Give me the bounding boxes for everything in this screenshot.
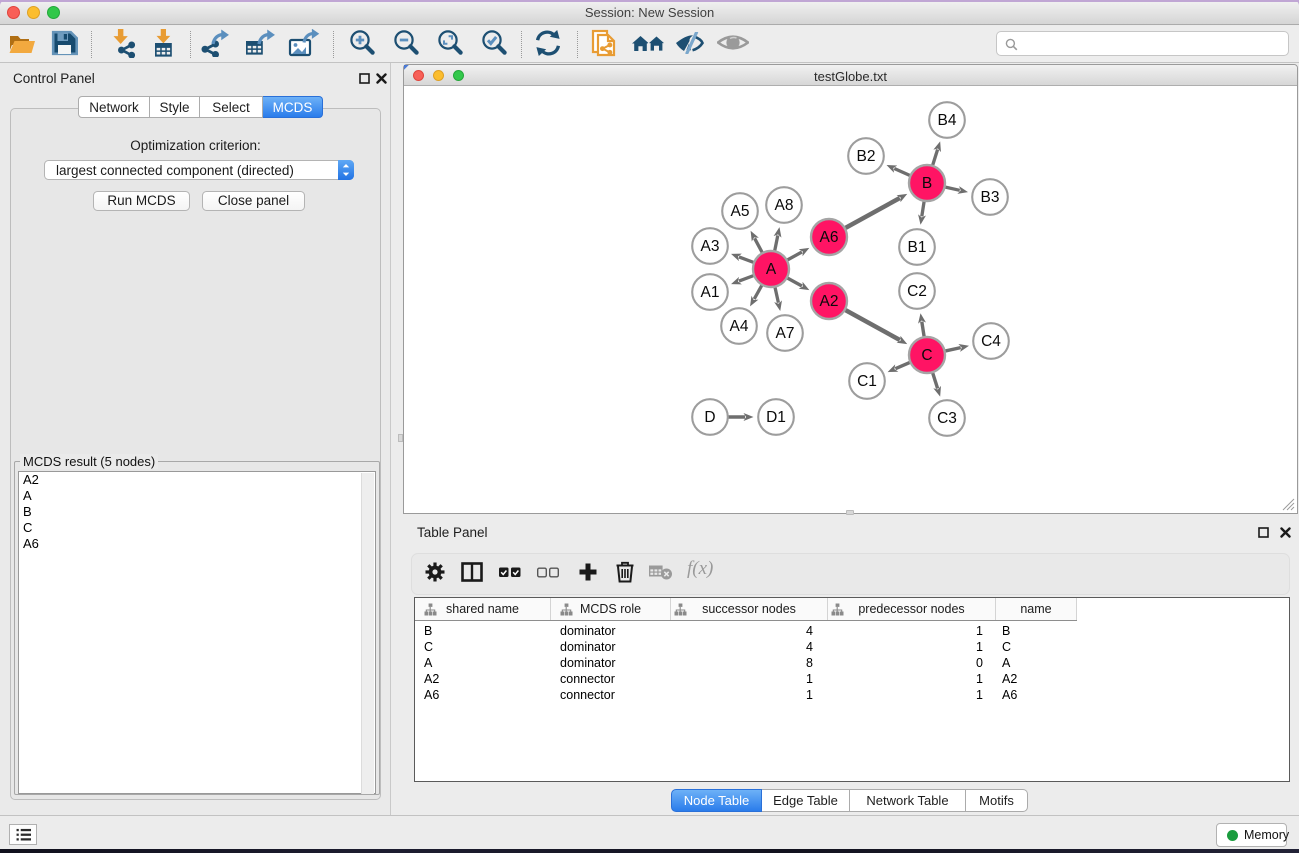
svg-text:C1: C1 <box>857 373 877 390</box>
svg-text:C: C <box>921 347 932 364</box>
svg-text:B4: B4 <box>938 112 957 129</box>
svg-text:A6: A6 <box>820 229 839 246</box>
svg-text:D1: D1 <box>766 409 786 426</box>
svg-text:D: D <box>704 409 715 426</box>
svg-text:A1: A1 <box>701 284 720 301</box>
svg-text:B2: B2 <box>857 148 876 165</box>
svg-text:A2: A2 <box>820 293 839 310</box>
svg-text:C2: C2 <box>907 283 927 300</box>
svg-text:A5: A5 <box>731 203 750 220</box>
svg-text:A8: A8 <box>775 197 794 214</box>
svg-text:B: B <box>922 175 932 192</box>
svg-text:A: A <box>766 261 777 278</box>
svg-text:B3: B3 <box>981 189 1000 206</box>
svg-text:A3: A3 <box>701 238 720 255</box>
svg-text:A4: A4 <box>730 318 749 335</box>
svg-text:C3: C3 <box>937 410 957 427</box>
svg-text:A7: A7 <box>776 325 795 342</box>
svg-text:B1: B1 <box>908 239 927 256</box>
svg-text:C4: C4 <box>981 333 1001 350</box>
